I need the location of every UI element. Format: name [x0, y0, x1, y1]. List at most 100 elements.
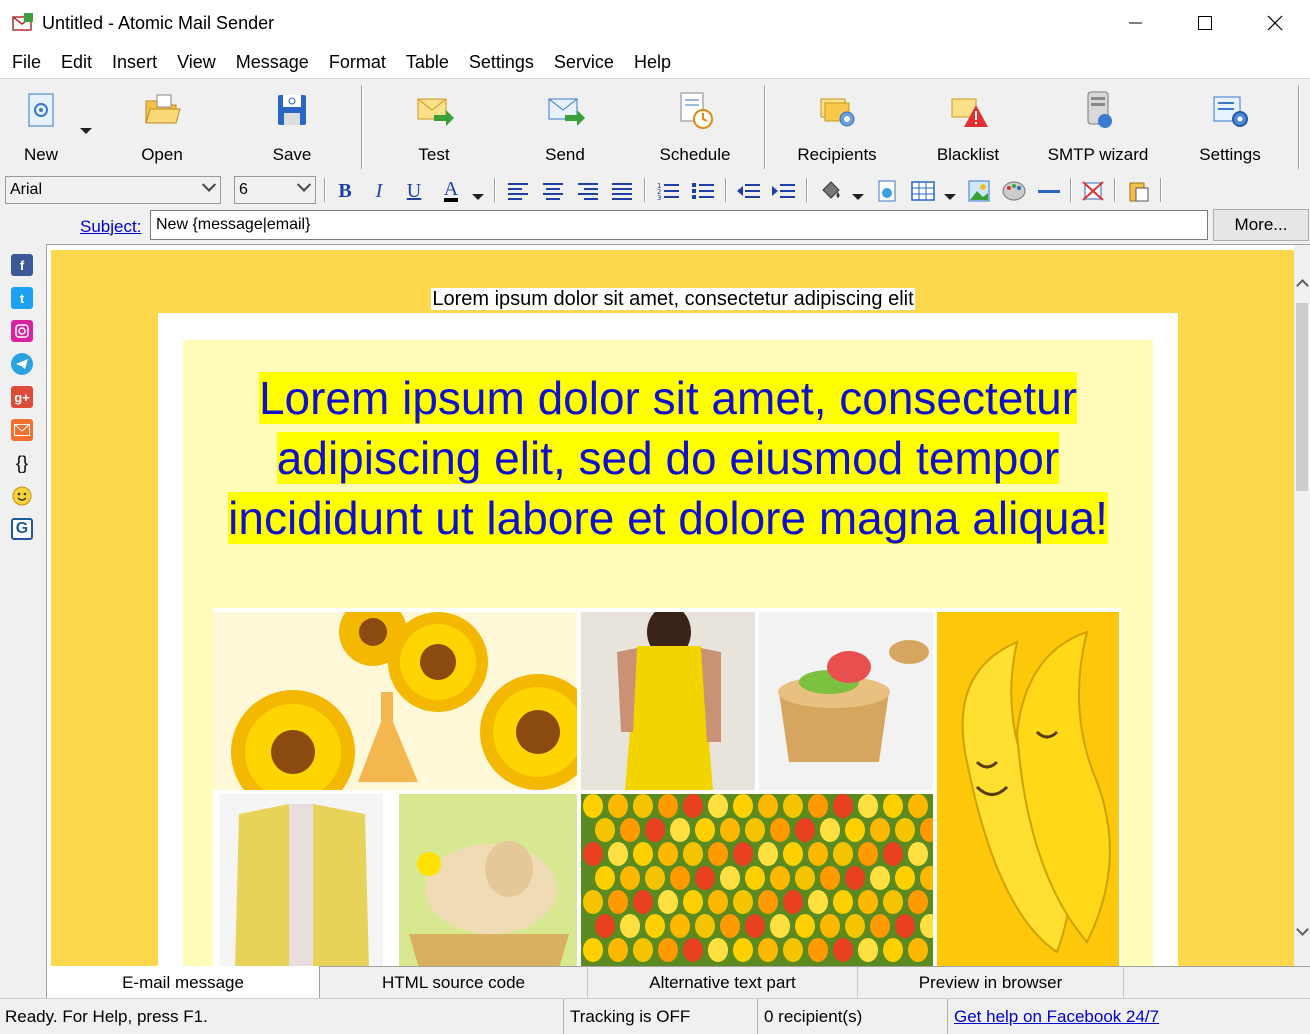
outdent-icon[interactable]	[736, 178, 762, 204]
italic-button[interactable]: I	[366, 178, 392, 204]
subject-label[interactable]: Subject:	[80, 217, 141, 237]
smiley-icon[interactable]	[11, 485, 33, 507]
format-separator	[725, 178, 727, 202]
recipients-icon	[817, 91, 857, 131]
vertical-scrollbar[interactable]	[1294, 245, 1310, 966]
toolbar-separator	[361, 85, 363, 169]
open-button[interactable]: Open	[122, 79, 202, 165]
window-title: Untitled - Atomic Mail Sender	[42, 12, 275, 33]
align-center-icon[interactable]	[540, 178, 566, 204]
toolbar-separator	[764, 85, 766, 169]
palette-icon[interactable]	[1001, 178, 1027, 204]
recipients-button[interactable]: Recipients	[790, 79, 884, 165]
menu-settings[interactable]: Settings	[459, 52, 544, 73]
menu-edit[interactable]: Edit	[51, 52, 102, 73]
paste-icon[interactable]	[1126, 178, 1152, 204]
settings-button[interactable]: Settings	[1188, 79, 1272, 165]
tab-html-source[interactable]: HTML source code	[320, 967, 588, 998]
left-sidebar: f t g+ {} G	[0, 244, 46, 966]
email-icon[interactable]	[11, 419, 33, 441]
instagram-icon[interactable]	[11, 320, 33, 342]
insert-table-icon[interactable]	[910, 178, 936, 204]
insert-image-icon[interactable]	[874, 178, 900, 204]
numbered-list-icon[interactable]: 123	[655, 178, 681, 204]
font-size-select[interactable]: 6	[234, 176, 316, 204]
maximize-button[interactable]	[1170, 0, 1240, 46]
save-button[interactable]: Save	[252, 79, 332, 165]
smtp-wizard-button[interactable]: SMTP wizard	[1043, 79, 1153, 165]
sunflowers-image	[213, 612, 577, 790]
align-right-icon[interactable]	[575, 178, 601, 204]
font-color-button[interactable]: A	[438, 178, 464, 204]
menu-message[interactable]: Message	[226, 52, 319, 73]
font-color-dropdown[interactable]	[472, 187, 484, 207]
settings-gear-icon	[1210, 91, 1250, 131]
menu-help[interactable]: Help	[624, 52, 681, 73]
google-plus-icon[interactable]: g+	[11, 386, 33, 408]
menu-format[interactable]: Format	[319, 52, 396, 73]
menu-table[interactable]: Table	[396, 52, 459, 73]
subject-input[interactable]	[150, 210, 1208, 240]
schedule-button[interactable]: Schedule	[650, 79, 740, 165]
new-button[interactable]: New	[0, 79, 82, 165]
menu-service[interactable]: Service	[544, 52, 624, 73]
headline-text: Lorem ipsum dolor sit amet, consectetur …	[228, 372, 1108, 544]
facebook-icon[interactable]: f	[11, 254, 33, 276]
font-family-select[interactable]: Arial	[5, 176, 221, 204]
close-button[interactable]	[1240, 0, 1310, 46]
remove-format-icon[interactable]	[1080, 178, 1106, 204]
scroll-up-icon[interactable]	[1296, 279, 1309, 292]
test-mail-icon	[414, 91, 454, 131]
tab-email-message[interactable]: E-mail message	[46, 966, 320, 999]
format-separator	[1114, 178, 1116, 202]
tab-preview-browser[interactable]: Preview in browser	[858, 967, 1124, 998]
blacklist-button[interactable]: Blacklist	[925, 79, 1011, 165]
tab-alternative-text[interactable]: Alternative text part	[588, 967, 858, 998]
status-tracking: Tracking is OFF	[563, 999, 757, 1034]
format-toolbar: Arial 6 B I U A 123	[0, 172, 1310, 208]
braces-icon[interactable]: {}	[11, 452, 33, 474]
new-dropdown-arrow[interactable]	[80, 121, 92, 141]
pre-header: Lorem ipsum dolor sit amet, consectetur …	[51, 288, 1295, 311]
more-button[interactable]: More...	[1213, 209, 1309, 241]
format-separator	[494, 178, 496, 202]
send-mail-icon	[545, 91, 585, 131]
menu-file[interactable]: File	[2, 52, 51, 73]
scrollbar-thumb[interactable]	[1296, 303, 1308, 491]
menu-view[interactable]: View	[167, 52, 226, 73]
minimize-button[interactable]	[1100, 0, 1170, 46]
new-message-icon	[21, 91, 61, 131]
menu-insert[interactable]: Insert	[102, 52, 167, 73]
facebook-help-link[interactable]: Get help on Facebook 24/7	[954, 1007, 1159, 1027]
grammar-icon[interactable]: G	[11, 518, 33, 540]
bullet-list-icon[interactable]	[690, 178, 716, 204]
puppy-image	[399, 794, 577, 966]
twitter-icon[interactable]: t	[11, 287, 33, 309]
menu-bar: File Edit Insert View Message Format Tab…	[0, 46, 1310, 78]
blacklist-warning-icon	[948, 91, 988, 131]
image-collage	[213, 608, 1121, 966]
email-canvas: Lorem ipsum dolor sit amet, consectetur …	[51, 250, 1295, 966]
format-separator	[806, 178, 808, 202]
align-justify-icon[interactable]	[609, 178, 635, 204]
message-editor[interactable]: Lorem ipsum dolor sit amet, consectetur …	[46, 244, 1310, 966]
table-dropdown[interactable]	[944, 187, 956, 207]
content-frame: Lorem ipsum dolor sit amet, consectetur …	[158, 313, 1178, 966]
svg-text:3: 3	[657, 194, 661, 201]
headline: Lorem ipsum dolor sit amet, consectetur …	[223, 368, 1113, 548]
paint-bucket-icon[interactable]	[818, 178, 844, 204]
underline-button[interactable]: U	[401, 178, 427, 204]
tulips-image	[581, 794, 933, 966]
align-left-icon[interactable]	[505, 178, 531, 204]
format-separator	[644, 178, 646, 202]
fill-color-dropdown[interactable]	[852, 187, 864, 207]
fruit-tart-image	[759, 612, 933, 790]
picture-icon[interactable]	[966, 178, 992, 204]
test-button[interactable]: Test	[394, 79, 474, 165]
telegram-icon[interactable]	[11, 353, 33, 375]
indent-icon[interactable]	[771, 178, 797, 204]
horizontal-line-icon[interactable]	[1036, 178, 1062, 204]
scroll-down-icon[interactable]	[1296, 923, 1309, 936]
send-button[interactable]: Send	[525, 79, 605, 165]
bold-button[interactable]: B	[332, 178, 358, 204]
